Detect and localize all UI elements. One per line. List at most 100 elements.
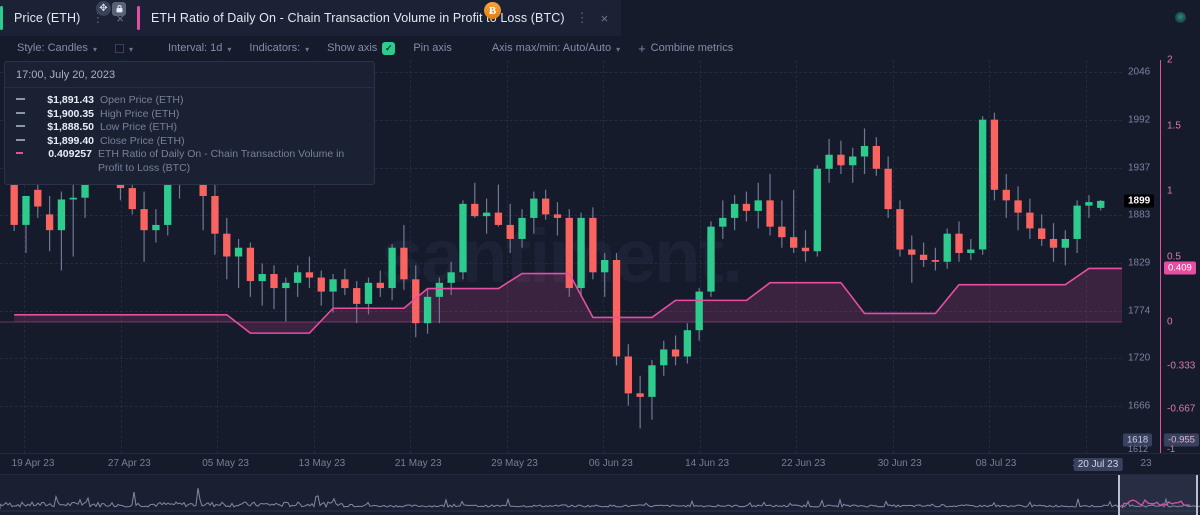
candle-body: [400, 247, 408, 280]
lock-icon[interactable]: [112, 1, 126, 16]
chevron-down-icon: ▾: [616, 44, 621, 54]
candle-body: [730, 203, 739, 218]
lock-glyph: [116, 4, 122, 12]
minimap-navigator[interactable]: [0, 474, 1200, 515]
candle-body: [683, 330, 692, 357]
candle-body: [506, 224, 514, 239]
date-current-label: 20 Jul 23: [1073, 458, 1123, 471]
candle-body: [447, 272, 455, 283]
price-axis[interactable]: 2046 1992 1937 1883 1829 1774 1720 1666 1899 1618…: [1122, 60, 1162, 454]
date-trailing-label: 23: [1140, 458, 1152, 469]
candle-body: [22, 195, 30, 225]
candle-body: [612, 260, 621, 357]
color-selector[interactable]: ▾: [106, 36, 142, 60]
candle-body: [919, 254, 928, 261]
style-label: Style: Candles: [17, 42, 88, 54]
candle-body: [931, 260, 940, 262]
candle-body: [518, 217, 526, 239]
candle-body: [128, 188, 136, 210]
interval-selector[interactable]: Interval: 1d ▾: [142, 36, 240, 60]
tooltip-series-name: Close Price (ETH): [100, 134, 185, 147]
candle-body: [164, 181, 172, 225]
candle-body: [270, 274, 278, 289]
date-tick-label: 27 Apr 23: [107, 458, 151, 469]
candle-body: [1026, 212, 1034, 229]
candle-body: [258, 274, 266, 282]
tooltip-value: $1,899.40: [47, 134, 94, 147]
candle-body: [1073, 205, 1081, 239]
candle-body: [364, 282, 373, 304]
candle-body: [636, 393, 644, 397]
candle-body: [967, 249, 975, 253]
candle-body: [57, 199, 66, 231]
tab-label-ratio: ETH Ratio of Daily On - Chain Transactio…: [150, 11, 565, 25]
tab-bar: Price (ETH) ⋮ × ETH Ratio of Daily On - …: [0, 0, 1200, 36]
chart-toolbar: Style: Candles ▾ ▾ Interval: 1d ▾ Indica…: [0, 36, 1200, 60]
candle-body: [671, 349, 680, 357]
candle-body: [1061, 238, 1069, 248]
ratio-axis[interactable]: 2 1.5 1 0.5 0 -0.333 -0.667 0.409 -0.955 -1: [1160, 55, 1200, 454]
candle-body: [305, 272, 314, 278]
candle-body: [45, 214, 54, 231]
price-tick-label: 1720: [1128, 352, 1151, 364]
candle-body: [577, 217, 585, 289]
candle-body: [719, 217, 727, 227]
show-axis-toggle[interactable]: Show axis ✓: [318, 36, 404, 60]
indicators-selector[interactable]: Indicators: ▾: [240, 36, 318, 60]
candle-body: [553, 214, 562, 218]
price-tick-label: 1992: [1128, 114, 1151, 126]
candle-body: [943, 233, 951, 262]
show-axis-label: Show axis: [327, 42, 378, 54]
pin-axis-label: Pin axis: [413, 42, 452, 54]
candle-body: [978, 119, 987, 250]
candle-body: [860, 145, 869, 157]
series-marker-icon: [16, 125, 25, 128]
minimap-sparkline: [0, 488, 1200, 512]
bitcoin-icon: Ƀ: [484, 2, 501, 19]
color-swatch: [114, 43, 124, 53]
candle-body: [530, 198, 538, 218]
ratio-tick-label: 1: [1167, 185, 1173, 197]
style-selector[interactable]: Style: Candles ▾: [8, 36, 106, 60]
tab-close-icon[interactable]: ×: [600, 12, 610, 25]
candle-body: [211, 195, 219, 234]
date-tick-label: 30 Jun 23: [877, 458, 922, 469]
candle-body: [282, 282, 290, 289]
tab-eth-ratio[interactable]: ETH Ratio of Daily On - Chain Transactio…: [136, 0, 622, 36]
show-axis-checkbox[interactable]: ✓: [382, 41, 396, 55]
candle-body: [778, 226, 786, 238]
date-axis[interactable]: 19 Apr 23 27 Apr 23 05 May 23 13 May 23 21 M…: [0, 453, 1200, 473]
tooltip-rows: $1,891.43 Open Price (ETH) $1,900.35 High P…: [5, 88, 374, 184]
move-icon[interactable]: ✥: [96, 1, 111, 16]
axis-minmax-label: Axis max/min: Auto/Auto: [491, 42, 612, 54]
candle-body: [223, 233, 231, 257]
candle-body: [69, 197, 77, 200]
candle-body: [742, 203, 751, 211]
candle-body: [494, 212, 503, 225]
ratio-tick-label: -0.333: [1167, 360, 1196, 372]
chevron-down-icon: ▾: [305, 44, 310, 54]
combine-metrics-button[interactable]: + Combine metrics: [629, 36, 742, 60]
interval-label: Interval: 1d: [167, 42, 223, 54]
candle-body: [660, 349, 668, 366]
candle-body: [990, 119, 999, 190]
candle-body: [482, 212, 491, 217]
status-indicator-dot[interactable]: [1175, 12, 1186, 23]
candle-body: [648, 365, 656, 397]
axis-minmax-selector[interactable]: Axis max/min: Auto/Auto ▾: [483, 36, 629, 60]
ratio-current-value: 0.409: [1164, 261, 1196, 275]
tooltip-value: $1,888.50: [47, 121, 94, 134]
candle-body: [589, 217, 597, 273]
minimap-viewport-window[interactable]: [1118, 475, 1198, 515]
date-tick-label: 19 Apr 23: [11, 458, 55, 469]
series-marker-icon: [16, 138, 25, 141]
tab-menu-icon[interactable]: ⋮: [574, 11, 591, 24]
candle-body: [459, 203, 467, 273]
tab-label-price: Price (ETH): [14, 11, 81, 25]
pin-axis-toggle[interactable]: Pin axis: [404, 36, 461, 60]
date-tick-label: 08 Jul 23: [975, 458, 1017, 469]
tooltip-timestamp: 17:00, July 20, 2023: [5, 62, 374, 88]
candle-body: [435, 282, 444, 297]
date-tick-label: 29 May 23: [491, 458, 538, 469]
candle-body: [1014, 200, 1022, 213]
